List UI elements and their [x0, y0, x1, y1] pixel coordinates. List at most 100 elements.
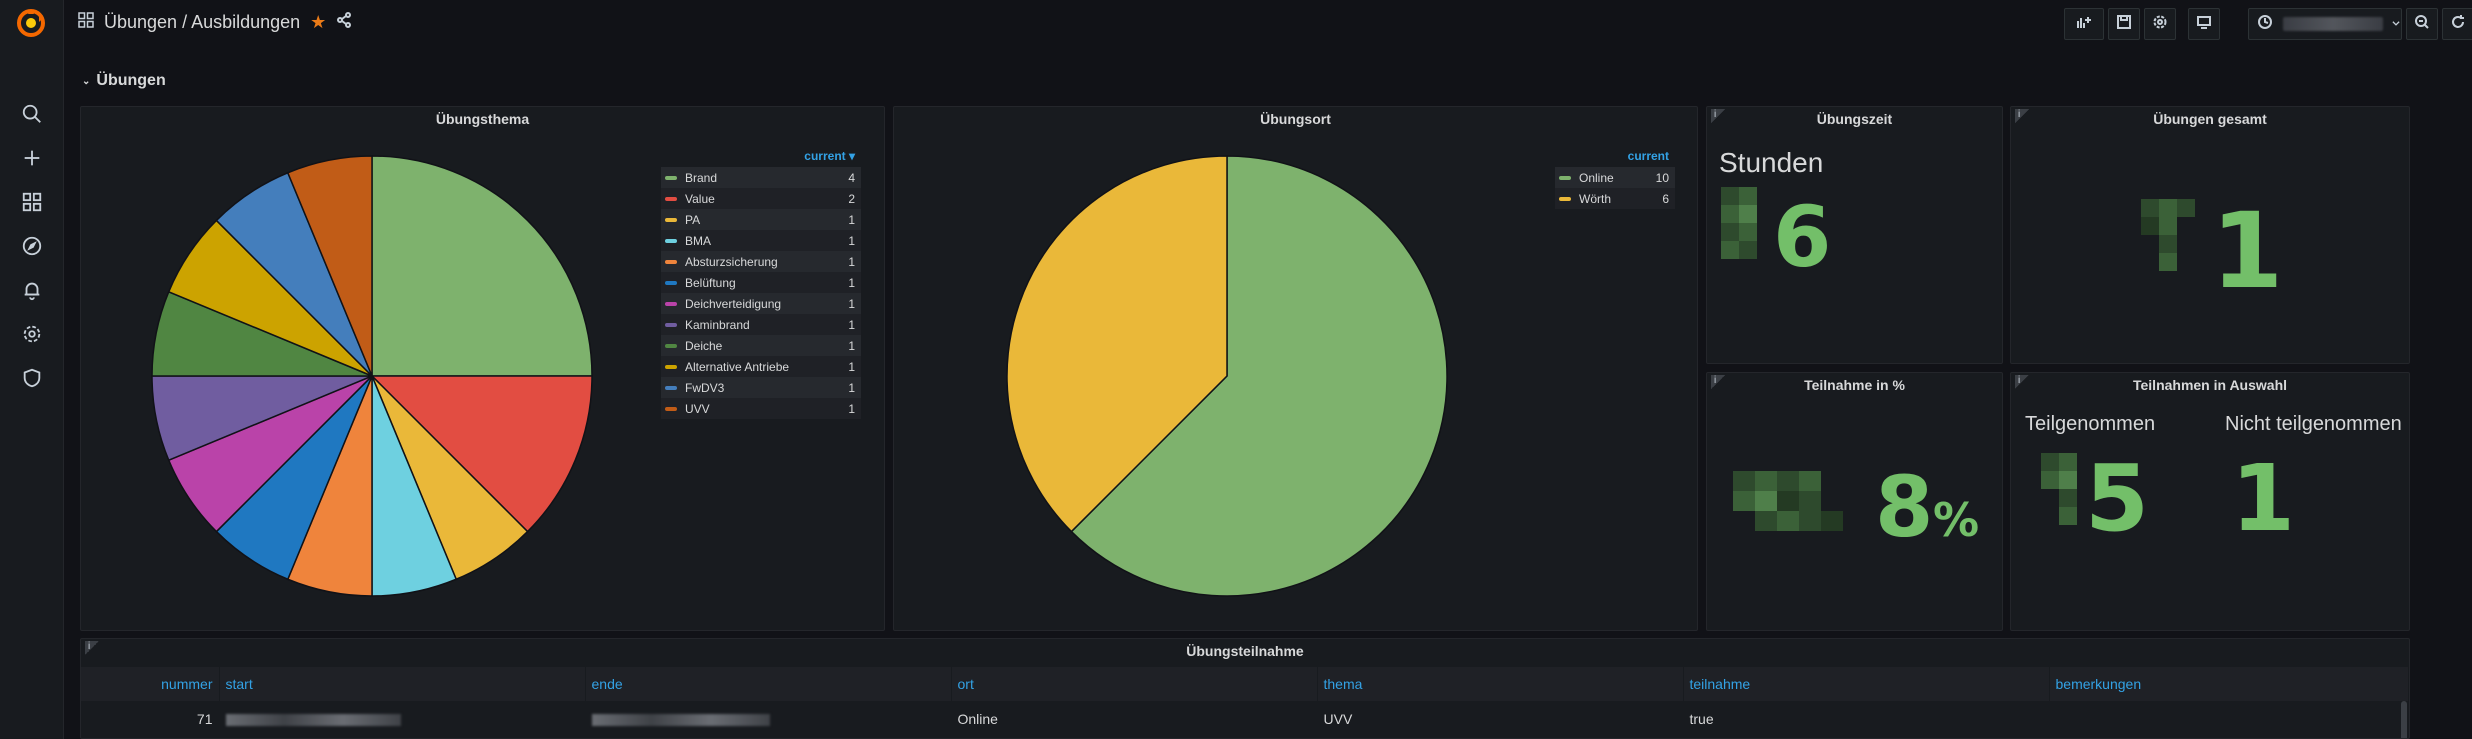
tv-mode-button[interactable] [2188, 8, 2220, 40]
data-table: nummer start ende ort thema teilnahme be… [81, 667, 2409, 737]
legend-item[interactable]: Brand 4 [661, 167, 861, 188]
table-header-row: nummer start ende ort thema teilnahme be… [81, 667, 2409, 701]
share-icon[interactable] [336, 12, 352, 33]
zoom-out-icon [2414, 14, 2430, 35]
column-header-start[interactable]: start [219, 667, 586, 701]
legend-item[interactable]: BMA 1 [661, 230, 861, 251]
legend-item[interactable]: Wörth 6 [1555, 188, 1675, 209]
clock-icon [2257, 14, 2273, 35]
legend-uebungsthema: current ▾ Brand 4 Value 2 PA 1 BMA 1 Absturzsich… [661, 149, 861, 419]
legend-swatch [665, 343, 677, 348]
legend-swatch [665, 301, 677, 306]
bell-icon[interactable] [20, 278, 44, 302]
settings-icon [2152, 14, 2168, 35]
panel-title[interactable]: Übungsthema [81, 111, 884, 127]
legend-swatch [665, 238, 677, 243]
pie-slice-brand[interactable] [371, 155, 593, 377]
cell-thema: UVV [1317, 701, 1684, 737]
zoom-out-button[interactable] [2406, 8, 2438, 40]
table-row[interactable]: 71 Online UVV true [81, 701, 2409, 737]
stat-value: 6 [1773, 188, 1832, 286]
column-header-teilnahme[interactable]: teilnahme [1683, 667, 2050, 701]
add-panel-button[interactable] [2064, 8, 2104, 40]
legend-label[interactable]: FwDV3 [685, 381, 835, 395]
refresh-button[interactable] [2442, 8, 2472, 40]
legend-label[interactable]: Alternative Antriebe [685, 360, 835, 374]
chevron-down-icon [2391, 15, 2401, 33]
shield-icon[interactable] [20, 366, 44, 390]
grid-icon [78, 12, 94, 33]
legend-value: 1 [848, 317, 855, 332]
top-bar: Übungen / Ausbildungen ★ [64, 0, 2472, 48]
legend-label[interactable]: Kaminbrand [685, 318, 835, 332]
legend-label[interactable]: Value [685, 192, 835, 206]
legend-header[interactable]: current ▾ [661, 149, 861, 167]
gear-icon[interactable] [20, 322, 44, 346]
panel-uebungsthema: Übungsthema current ▾ Brand 4 Value 2 PA 1 BMA… [80, 106, 885, 631]
legend-label[interactable]: Deichverteidigung [685, 297, 835, 311]
legend-swatch [665, 280, 677, 285]
star-icon[interactable]: ★ [310, 12, 326, 33]
legend-label[interactable]: Brand [685, 171, 835, 185]
legend-uebungsort: current Online 10 Wörth 6 [1555, 149, 1675, 209]
legend-value: 6 [1662, 191, 1669, 206]
legend-header[interactable]: current [1555, 149, 1675, 167]
cell-ende-blurred [585, 701, 952, 737]
legend-item[interactable]: Kaminbrand 1 [661, 314, 861, 335]
legend-label[interactable]: Wörth [1579, 192, 1649, 206]
panel-uebungsort: Übungsort current Online 10 Wörth 6 [893, 106, 1698, 631]
legend-item[interactable]: UVV 1 [661, 398, 861, 419]
column-header-nummer[interactable]: nummer [81, 667, 220, 701]
panel-title[interactable]: Übungen gesamt [2011, 111, 2409, 127]
cell-bemerkungen [2049, 701, 2409, 737]
legend-item[interactable]: Alternative Antriebe 1 [661, 356, 861, 377]
legend-item[interactable]: Value 2 [661, 188, 861, 209]
legend-item[interactable]: Deichverteidigung 1 [661, 293, 861, 314]
add-panel-icon [2076, 14, 2092, 35]
cell-nummer: 71 [81, 701, 220, 737]
legend-item[interactable]: Deiche 1 [661, 335, 861, 356]
legend-value: 1 [848, 296, 855, 311]
legend-swatch [665, 406, 677, 411]
legend-swatch [665, 364, 677, 369]
legend-label[interactable]: Absturzsicherung [685, 255, 835, 269]
panel-title[interactable]: Teilnahmen in Auswahl [2011, 377, 2409, 393]
column-header-ort[interactable]: ort [951, 667, 1318, 701]
search-icon[interactable] [20, 102, 44, 126]
row-header[interactable]: ⌄ Übungen [82, 72, 166, 90]
panel-title[interactable]: Übungsteilnahme [81, 643, 2409, 659]
legend-value: 1 [848, 275, 855, 290]
legend-swatch [665, 217, 677, 222]
legend-swatch [665, 196, 677, 201]
settings-button[interactable] [2144, 8, 2176, 40]
explore-icon[interactable] [20, 234, 44, 258]
legend-label[interactable]: Deiche [685, 339, 835, 353]
time-picker[interactable] [2248, 8, 2402, 40]
stat-value-teilgenommen: 5 [2085, 445, 2150, 552]
dashboards-icon[interactable] [20, 190, 44, 214]
legend-label[interactable]: Belüftung [685, 276, 835, 290]
dashboard-title[interactable]: Übungen / Ausbildungen [104, 12, 300, 33]
legend-item[interactable]: Online 10 [1555, 167, 1675, 188]
legend-label[interactable]: UVV [685, 402, 835, 416]
legend-label[interactable]: BMA [685, 234, 835, 248]
panel-teilnahmen-auswahl: i Teilnahmen in Auswahl Teilgenommen Nic… [2010, 372, 2410, 631]
legend-label[interactable]: Online [1579, 171, 1649, 185]
legend-item[interactable]: PA 1 [661, 209, 861, 230]
time-range-blurred [2283, 17, 2383, 31]
legend-label[interactable]: PA [685, 213, 835, 227]
panel-title[interactable]: Übungsort [894, 111, 1697, 127]
grafana-logo-icon[interactable] [14, 6, 48, 40]
save-button[interactable] [2108, 8, 2140, 40]
panel-title[interactable]: Teilnahme in % [1707, 377, 2002, 393]
legend-item[interactable]: Absturzsicherung 1 [661, 251, 861, 272]
panel-title[interactable]: Übungszeit [1707, 111, 2002, 127]
table-scrollbar[interactable] [2401, 701, 2407, 738]
column-header-ende[interactable]: ende [585, 667, 952, 701]
column-header-bemerkungen[interactable]: bemerkungen [2049, 667, 2409, 701]
legend-item[interactable]: Belüftung 1 [661, 272, 861, 293]
plus-icon[interactable] [20, 146, 44, 170]
save-icon [2116, 14, 2132, 35]
column-header-thema[interactable]: thema [1317, 667, 1684, 701]
legend-item[interactable]: FwDV3 1 [661, 377, 861, 398]
